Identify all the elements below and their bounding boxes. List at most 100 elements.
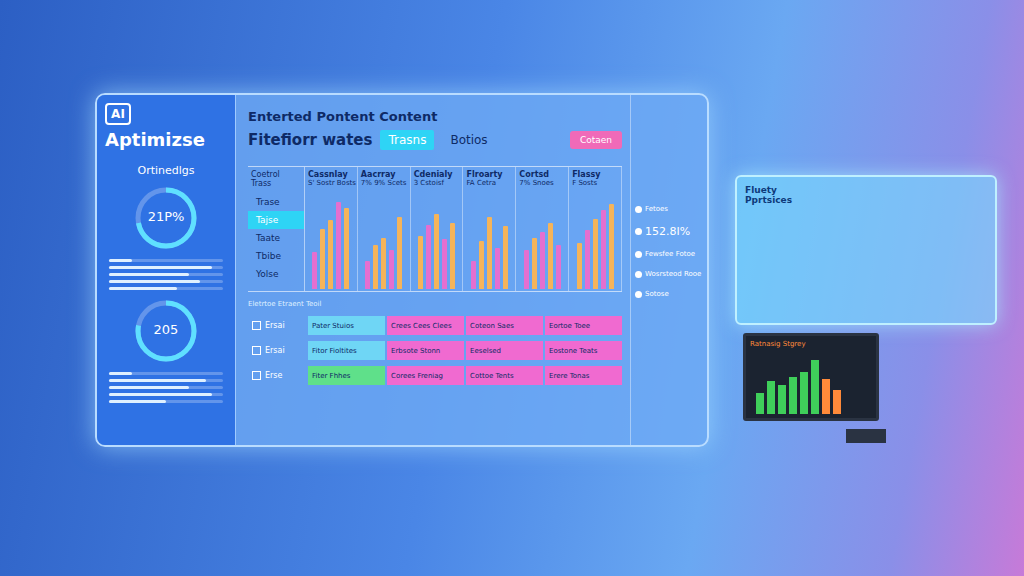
meter-fill bbox=[109, 287, 177, 290]
bar bbox=[320, 229, 325, 289]
table-cell: Erbsote Stonn bbox=[387, 341, 464, 360]
bar bbox=[556, 245, 561, 289]
row-label: Ersai bbox=[265, 346, 285, 355]
row-label: Ersai bbox=[265, 321, 285, 330]
row-head: Erse bbox=[248, 366, 306, 385]
gauge: 205 bbox=[133, 298, 199, 364]
bar bbox=[418, 236, 423, 289]
table-cell: Fitor Fioltites bbox=[308, 341, 385, 360]
table-row[interactable]: ErseFiter FhhesCorees FreniagCottoe Tent… bbox=[248, 366, 622, 385]
meter-track bbox=[109, 372, 223, 375]
meter-fill bbox=[109, 273, 189, 276]
label-header: Coetrol Trass bbox=[248, 167, 304, 193]
logo: AI bbox=[105, 103, 131, 125]
bar bbox=[532, 238, 537, 289]
sidebar-subtitle: Ortinedlgs bbox=[105, 164, 227, 177]
stat-item: Sotose bbox=[635, 290, 703, 298]
group-sub: 3 Cstoisf bbox=[414, 179, 460, 187]
table-row[interactable]: Ersai Fitor FioltitesErbsote StonnEeselse… bbox=[248, 341, 622, 360]
bar-chart: Coetrol TrassTraseTajseTaateTbibeYolse Ca… bbox=[248, 166, 622, 292]
bar-area bbox=[411, 193, 463, 291]
meter-list bbox=[105, 372, 227, 403]
checkbox-icon[interactable] bbox=[252, 346, 261, 355]
checkbox-icon[interactable] bbox=[252, 321, 261, 330]
bar-area bbox=[569, 193, 621, 291]
monitor-stand bbox=[846, 429, 886, 443]
toolbar: Fitefiorr wates Trasns Botios Cotaen bbox=[248, 130, 622, 150]
group-sub: S' Sostr Bosts bbox=[308, 179, 354, 187]
table-cell: Eostone Teats bbox=[545, 341, 622, 360]
bar bbox=[471, 261, 476, 289]
action-button[interactable]: Cotaen bbox=[570, 131, 622, 149]
row-label[interactable]: Trase bbox=[248, 193, 304, 211]
monitor-title: Ratnasig Stgrey bbox=[750, 340, 872, 348]
bar bbox=[381, 238, 386, 289]
meter-track bbox=[109, 259, 223, 262]
status-dot-icon bbox=[635, 228, 642, 235]
group-label: Cortsd bbox=[519, 170, 565, 179]
main-area: Enterted Pontent Content Fitefiorr wates T… bbox=[236, 95, 707, 445]
row-label[interactable]: Taate bbox=[248, 229, 304, 247]
stat-text: Wosrsteod Rooe bbox=[645, 270, 701, 278]
checkbox-icon[interactable] bbox=[252, 371, 261, 380]
bar-area bbox=[463, 193, 515, 291]
group-header: FlroartyFA Cetra bbox=[463, 167, 515, 193]
page-title: Enterted Pontent Content bbox=[248, 109, 622, 124]
table-row[interactable]: Ersai Pater StuiosCrees Cees CleesCoteon … bbox=[248, 316, 622, 335]
gauge-reading: 21P% bbox=[133, 209, 199, 224]
status-dot-icon bbox=[635, 271, 642, 278]
meter-fill bbox=[109, 393, 212, 396]
table-cell: Pater Stuios bbox=[308, 316, 385, 335]
row-label[interactable]: Tajse bbox=[248, 211, 304, 229]
stat-item: Fetoes bbox=[635, 205, 703, 213]
bar bbox=[479, 241, 484, 289]
sidebar: AI Aptimizse Ortinedlgs 21P% 205 bbox=[97, 95, 236, 445]
stats-list: Fetoes 152.8I% Fewsfee Fotoe Wosrsteod Rooe… bbox=[630, 95, 707, 445]
meter-track bbox=[109, 400, 223, 403]
status-dot-icon bbox=[635, 251, 642, 258]
bar bbox=[328, 220, 333, 289]
bar bbox=[585, 230, 590, 289]
table-cell: Coteon Saes bbox=[466, 316, 543, 335]
side-displays: Fluety Pprtsices Ratnasig Stgrey bbox=[735, 93, 997, 443]
meter-fill bbox=[109, 372, 132, 375]
bar bbox=[767, 381, 775, 414]
meter-fill bbox=[109, 400, 166, 403]
chart-group: FlassyF Sosts bbox=[569, 167, 622, 291]
row-label[interactable]: Yolse bbox=[248, 265, 304, 283]
table-cell: Eeselsed bbox=[466, 341, 543, 360]
dashboard-panel: AI Aptimizse Ortinedlgs 21P% 205 Enterted Pon… bbox=[95, 93, 709, 447]
chart-group: Aacrray7% 9% Scets bbox=[358, 167, 411, 291]
meter-fill bbox=[109, 259, 132, 262]
monitor: Ratnasig Stgrey bbox=[743, 333, 879, 421]
table-cell: Crees Cees Clees bbox=[387, 316, 464, 335]
meter-track bbox=[109, 266, 223, 269]
chart-group: Cortsd7% Snoes bbox=[516, 167, 569, 291]
stat-item: Wosrsteod Rooe bbox=[635, 270, 703, 278]
chart-group: Cdenialy3 Cstoisf bbox=[411, 167, 464, 291]
tab[interactable]: Botios bbox=[442, 130, 495, 150]
bar bbox=[312, 252, 317, 289]
holo-title: Fluety Pprtsices bbox=[745, 185, 815, 205]
section-title: Fitefiorr wates bbox=[248, 131, 372, 149]
chart-group: FlroartyFA Cetra bbox=[463, 167, 516, 291]
bar bbox=[833, 390, 841, 414]
group-label: Aacrray bbox=[361, 170, 407, 179]
bar-area bbox=[305, 193, 357, 291]
row-head: Ersai bbox=[248, 316, 306, 335]
brand-title: Aptimizse bbox=[105, 129, 227, 150]
group-sub: F Sosts bbox=[572, 179, 618, 187]
tab[interactable]: Trasns bbox=[380, 130, 434, 150]
table-cell: Eortoe Toee bbox=[545, 316, 622, 335]
gauge-reading: 205 bbox=[133, 322, 199, 337]
bar bbox=[540, 232, 545, 289]
stat-item: 152.8I% bbox=[635, 225, 703, 238]
stat-item: Fewsfee Fotoe bbox=[635, 250, 703, 258]
group-header: Aacrray7% 9% Scets bbox=[358, 167, 410, 193]
group-header: Cortsd7% Snoes bbox=[516, 167, 568, 193]
group-label: Cassnlay bbox=[308, 170, 354, 179]
stat-text: Sotose bbox=[645, 290, 669, 298]
brand-area: AI Aptimizse bbox=[105, 103, 227, 150]
row-label[interactable]: Tbibe bbox=[248, 247, 304, 265]
bar bbox=[601, 210, 606, 289]
